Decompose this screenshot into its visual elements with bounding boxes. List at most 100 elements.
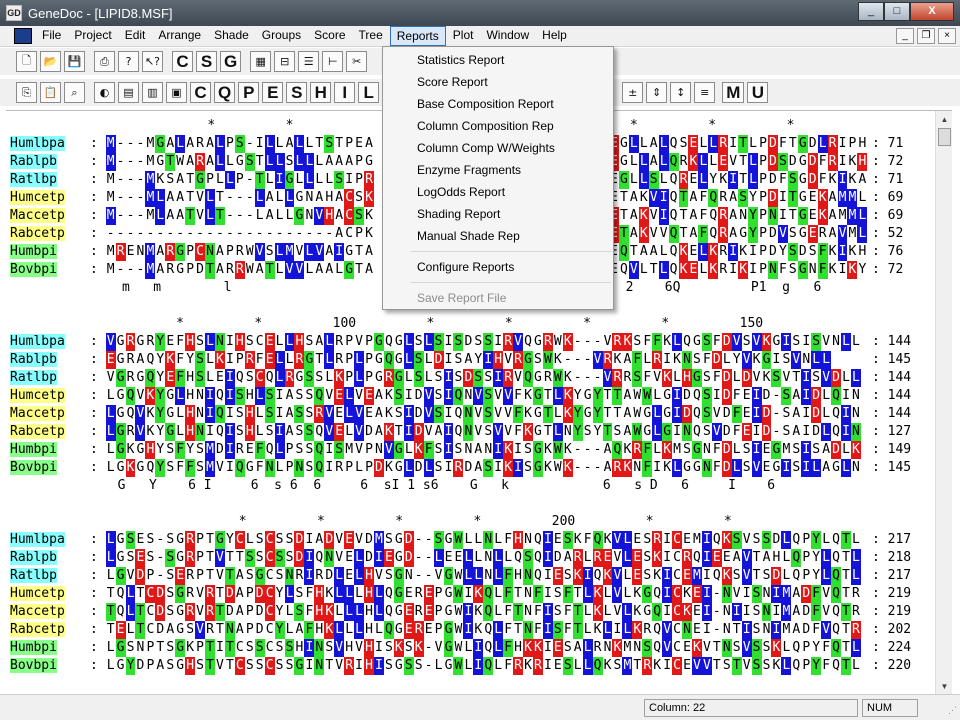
letter-h-button[interactable]: H: [310, 82, 332, 103]
grid-icon[interactable]: ▦: [250, 51, 272, 72]
sequence-name[interactable]: Humbpi: [10, 442, 57, 457]
mdi-restore-button[interactable]: ❐: [917, 28, 935, 44]
letter-g-button[interactable]: G: [220, 51, 242, 72]
sequence-segment[interactable]: M---MGALARALPS-ILLALLTSTPEA: [105, 135, 374, 153]
maximize-button[interactable]: □: [884, 1, 910, 21]
sequence-name[interactable]: Maccetp: [10, 406, 65, 421]
sequence-segment[interactable]: LGQVKYGLHNIQISHLSIASSRVELVEAKSIDVSIQNVSV…: [105, 405, 861, 423]
menu-help[interactable]: Help: [536, 26, 573, 46]
document-icon[interactable]: [14, 28, 32, 44]
sequence-segment[interactable]: EGLLALQRKLLEVTLPDSDGDFRIKH: [608, 153, 868, 171]
sequence-segment[interactable]: ETAKVIQTAFQRASYPDITGEKAMML: [609, 189, 867, 207]
menu-item-column-composition-rep[interactable]: Column Composition Rep: [383, 115, 613, 137]
sequence-segment[interactable]: VGRGRYEFHSLNIHSCELLHSALRPVPGQGLSLSISDSSI…: [105, 333, 861, 351]
sequence-segment[interactable]: LGKGHYSFYSMDIREFQLPSSQISMVPNVGLKFSISNANI…: [106, 441, 861, 459]
vertical-icon[interactable]: ↕: [670, 82, 692, 103]
menu-arrange[interactable]: Arrange: [152, 26, 207, 46]
print-icon[interactable]: ⎙: [94, 51, 115, 72]
sequence-name[interactable]: Bovbpi: [10, 262, 57, 277]
sequence-segment[interactable]: M---MLAATVLT---LALLGNVHACSK: [105, 207, 374, 225]
new-icon[interactable]: 🗋: [16, 51, 37, 72]
sequence-name[interactable]: Rablpb: [10, 352, 57, 367]
letter-s-button[interactable]: S: [286, 82, 308, 103]
sequence-name[interactable]: Rabcetp: [10, 226, 65, 241]
close-button[interactable]: X: [910, 1, 954, 21]
mdi-minimize-button[interactable]: _: [896, 28, 914, 44]
sequence-name[interactable]: Humlbpa: [10, 136, 65, 151]
menu-item-logodds-report[interactable]: LogOdds Report: [383, 181, 613, 203]
column-icon[interactable]: ⇕: [646, 82, 668, 103]
shade-grid-icon[interactable]: ▤: [118, 82, 139, 103]
sequence-segment[interactable]: TQLTCDSGRVRTDAPDCYLSFHKLLLHLQGEREPGWIKQL…: [105, 603, 861, 621]
menu-groups[interactable]: Groups: [256, 26, 307, 46]
menu-plot[interactable]: Plot: [447, 26, 480, 46]
letter-q-button[interactable]: Q: [214, 82, 236, 103]
sequence-name[interactable]: Humbpi: [10, 244, 57, 259]
sequence-name[interactable]: Humlbpa: [10, 532, 65, 547]
copy-icon[interactable]: ⎘: [16, 82, 37, 103]
letter-l-button[interactable]: L: [358, 82, 380, 103]
sequence-name[interactable]: Humcetp: [10, 388, 65, 403]
resize-grip-icon[interactable]: ⋰: [948, 705, 957, 716]
sequence-segment[interactable]: LGSES-SGRPTVTTSSCSSDIQNVELDIEGD--LEELLNL…: [105, 549, 861, 567]
scissors-icon[interactable]: ✂: [346, 51, 368, 72]
shade-block-icon[interactable]: ▣: [166, 82, 187, 103]
menu-item-statistics-report[interactable]: Statistics Report: [383, 49, 613, 71]
menu-tree[interactable]: Tree: [353, 26, 389, 46]
sequence-segment[interactable]: LGYDPASGHSTVTCSSCSSGINTVRIHISGSS-LGWLIQL…: [106, 657, 861, 675]
open-icon[interactable]: 📂: [40, 51, 61, 72]
minimize-button[interactable]: _: [858, 1, 884, 21]
sequence-segment[interactable]: LGQVKYGLHNIQISHLSIASSQVELVEAKSIDVSIQNVSV…: [106, 387, 861, 405]
menu-item-base-composition-report[interactable]: Base Composition Report: [383, 93, 613, 115]
find-icon[interactable]: ⌕: [64, 82, 85, 103]
menu-item-column-comp-w-weights[interactable]: Column Comp W/Weights: [383, 137, 613, 159]
sequence-segment[interactable]: TQLTCDSGRVRTDAPDCYLSFHKLLLHLQGEREPGWIKQL…: [106, 585, 861, 603]
sequence-name[interactable]: Humcetp: [10, 190, 65, 205]
mdi-close-button[interactable]: ×: [938, 28, 956, 44]
sequence-segment[interactable]: LGSES-SGRPTGYCLSCSSDIADVEVDMSGD--SGWLLNL…: [105, 531, 861, 549]
sequence-segment[interactable]: ETAKVIQTAFQRANYPNITGEKAMML: [608, 207, 868, 225]
shade-mode-icon[interactable]: ◐: [94, 82, 115, 103]
sequence-name[interactable]: Rablpb: [10, 154, 57, 169]
scroll-thumb[interactable]: [938, 128, 951, 146]
sequence-name[interactable]: Maccetp: [10, 208, 65, 223]
sequence-segment[interactable]: LGRVKYGLHNIQISHLSIASSQVELVDAKTIDVAIQNVSV…: [105, 423, 861, 441]
sequence-name[interactable]: Humbpi: [10, 640, 57, 655]
sequence-segment[interactable]: VGRGQYEFHSLEIQSCQLRGSSLKPLPGRGLSLSISDSSI…: [106, 369, 861, 387]
sequence-name[interactable]: Bovbpi: [10, 460, 57, 475]
menu-item-configure-reports[interactable]: Configure Reports: [383, 256, 613, 278]
letter-c-button[interactable]: C: [190, 82, 211, 103]
menu-reports[interactable]: Reports: [389, 26, 446, 46]
sequence-segment[interactable]: EGLLSLQRELYKITLPDFSGDFKIKA: [609, 171, 867, 189]
menu-item-shading-report[interactable]: Shading Report: [383, 203, 613, 225]
sequence-segment[interactable]: LGSNPTSGKPTITCSSCSSHINSVHVHISKSK-VGWLIQL…: [106, 639, 861, 657]
sequence-segment[interactable]: LGKGQYSFFSMVIQGFNLPNSQIRPLPDKGLDLSIRDASI…: [106, 459, 861, 477]
help-icon[interactable]: ?: [118, 51, 139, 72]
sequence-name[interactable]: Humcetp: [10, 586, 65, 601]
letter-u-button[interactable]: U: [747, 82, 769, 103]
sequence-segment[interactable]: EQTAALQKELKRIKIPDYSDSFKIKH: [609, 243, 867, 261]
letter-i-button[interactable]: I: [334, 82, 356, 103]
scroll-up-icon[interactable]: ▲: [936, 111, 953, 128]
plus-minus-icon[interactable]: ±: [622, 82, 644, 103]
sequence-name[interactable]: Ratlbp: [10, 370, 57, 385]
sequence-name[interactable]: Rabcetp: [10, 622, 65, 637]
menu-score[interactable]: Score: [308, 26, 351, 46]
menu-project[interactable]: Project: [68, 26, 117, 46]
menu-window[interactable]: Window: [480, 26, 535, 46]
sequence-name[interactable]: Rabcetp: [10, 424, 65, 439]
menu-item-manual-shade-rep[interactable]: Manual Shade Rep: [383, 225, 613, 247]
sequence-name[interactable]: Bovbpi: [10, 658, 57, 673]
align-icon[interactable]: ≡: [694, 82, 716, 103]
sequence-segment[interactable]: EQVLTLQKELKRIKIPNFSGNFKIKY: [609, 261, 867, 279]
sequence-segment[interactable]: M---MKSATGPLLP-TLIGLLLLSIPR: [106, 171, 374, 189]
sequence-segment[interactable]: -----------------------ACPK: [106, 225, 374, 243]
sequence-name[interactable]: Ratlbp: [10, 172, 57, 187]
list-icon[interactable]: ☰: [298, 51, 320, 72]
sequence-name[interactable]: Rablpb: [10, 550, 57, 565]
letter-c-button[interactable]: C: [172, 51, 193, 72]
menu-file[interactable]: File: [36, 26, 67, 46]
sequence-segment[interactable]: M---MGTWARALLGSTLLSLLLAAAPG: [105, 153, 374, 171]
scroll-down-icon[interactable]: ▼: [936, 678, 953, 695]
sequence-name[interactable]: Ratlbp: [10, 568, 57, 583]
